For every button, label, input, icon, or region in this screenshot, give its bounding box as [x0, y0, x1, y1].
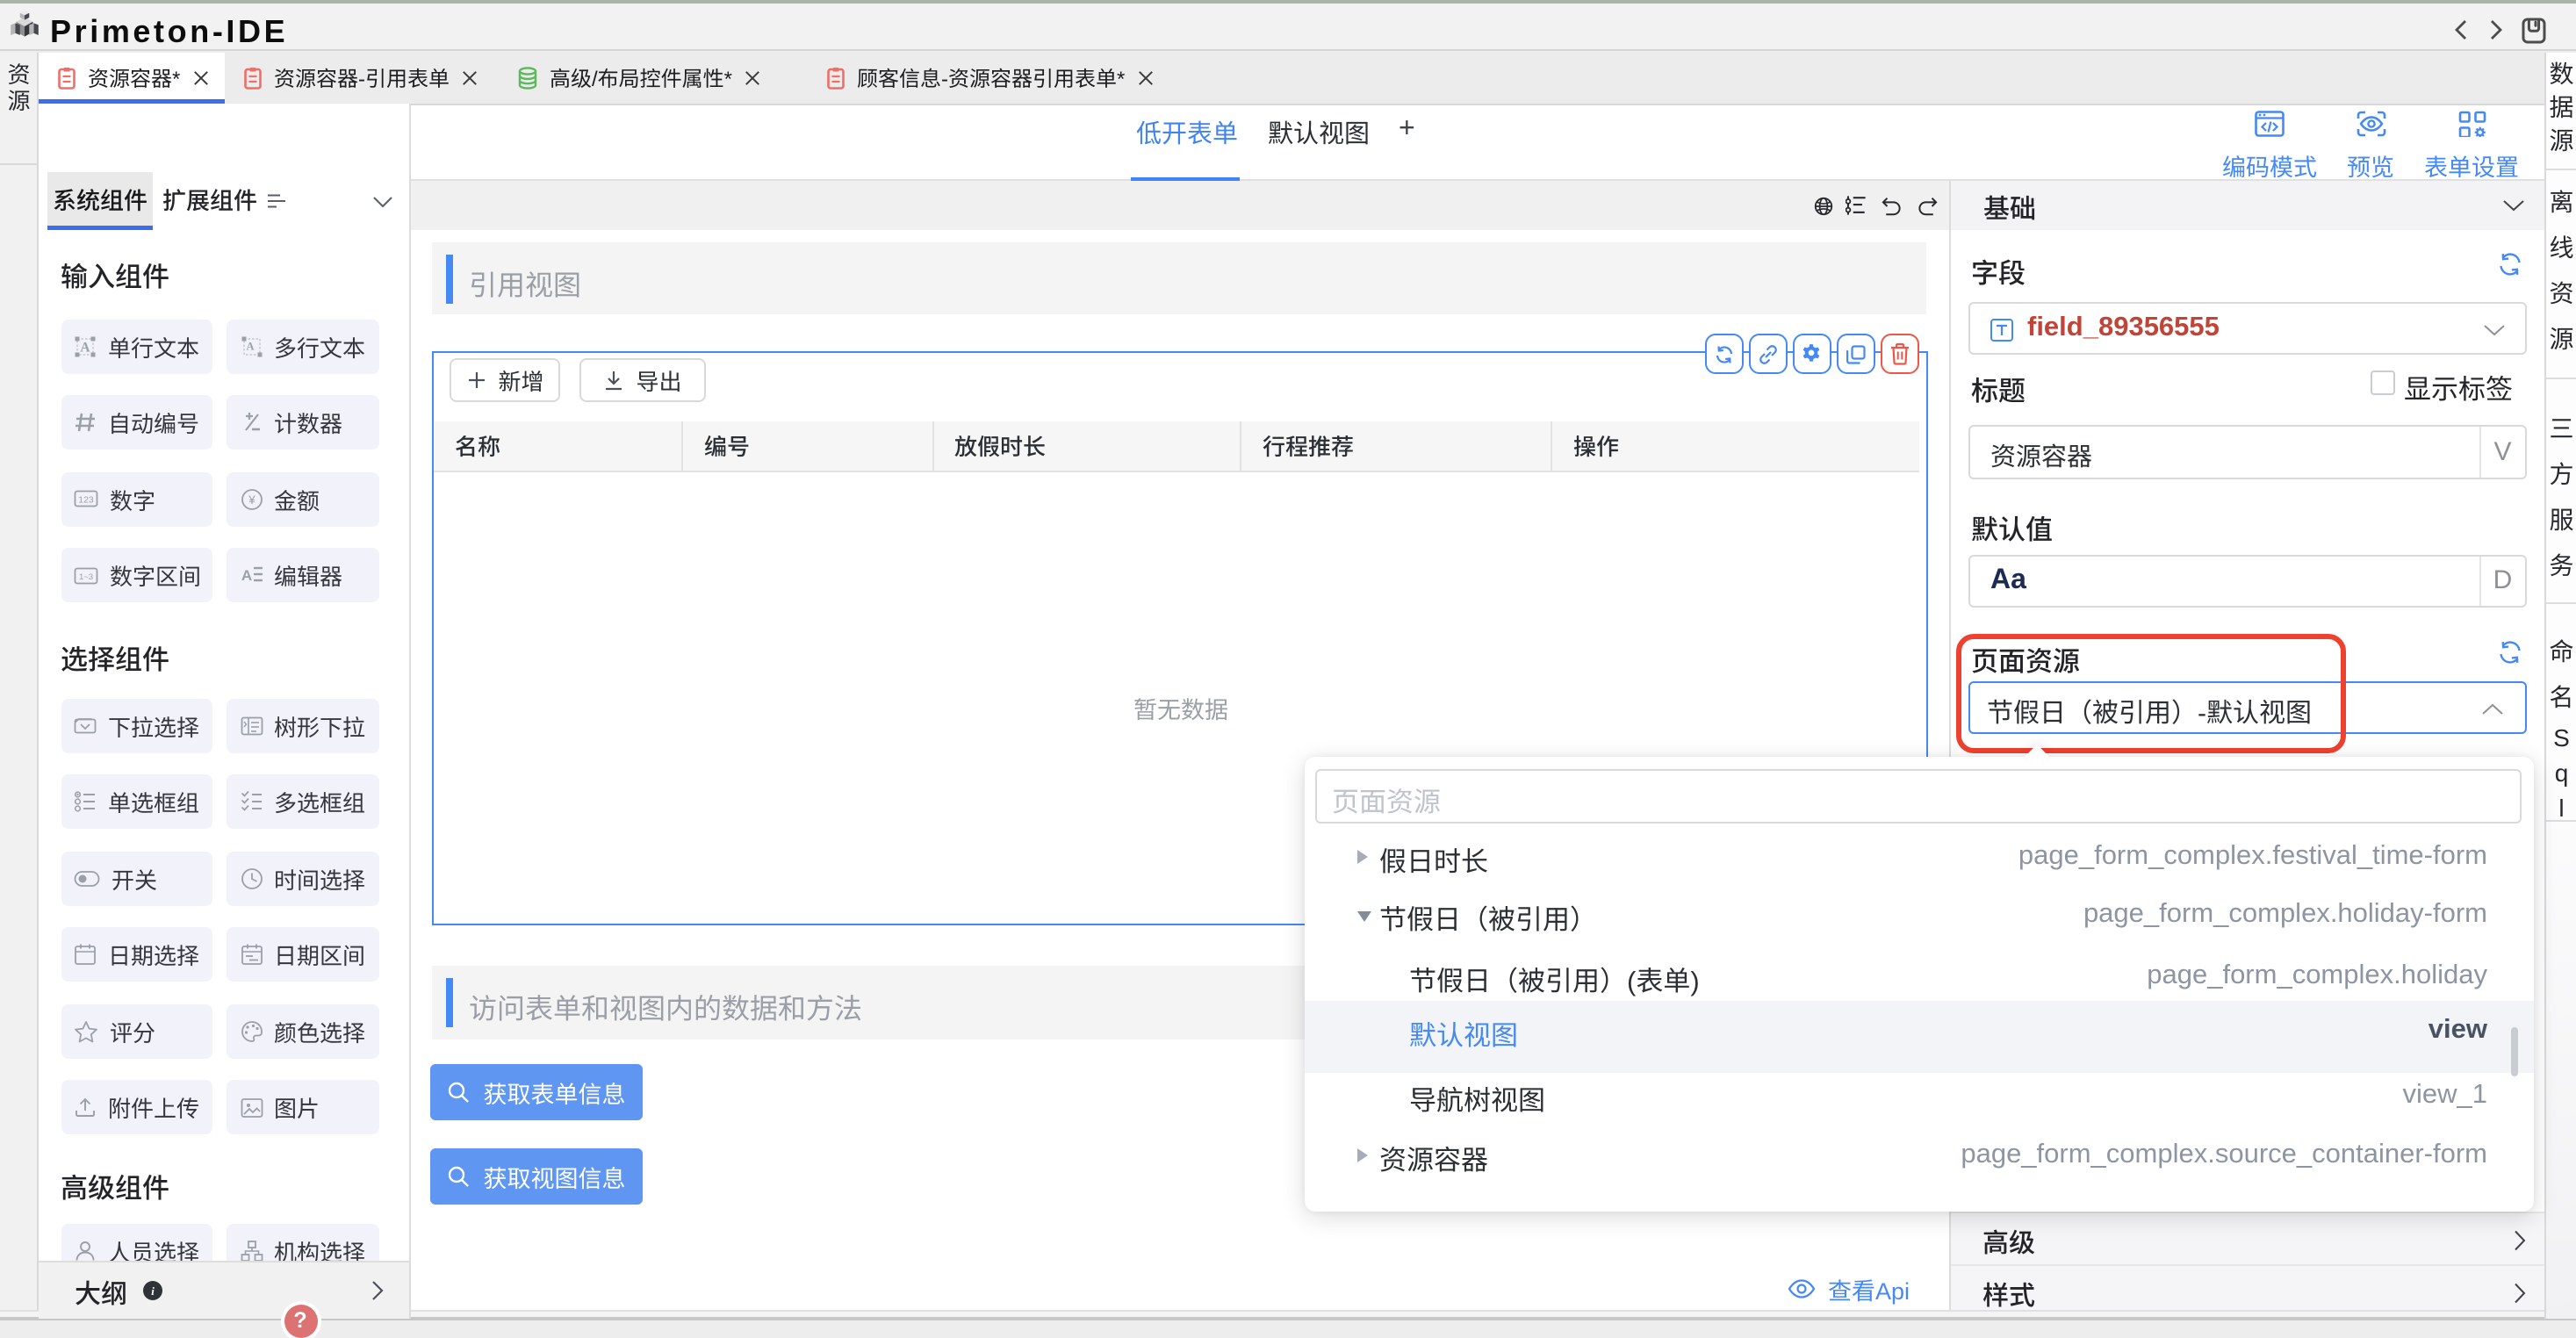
svg-text:i: i [150, 1284, 154, 1297]
svg-text:¥: ¥ [247, 493, 255, 506]
svg-text:A: A [80, 340, 90, 355]
svg-text:A: A [241, 567, 251, 584]
svg-text:1~3: 1~3 [79, 572, 93, 581]
svg-text:123: 123 [78, 495, 94, 506]
svg-text:A: A [245, 340, 253, 352]
